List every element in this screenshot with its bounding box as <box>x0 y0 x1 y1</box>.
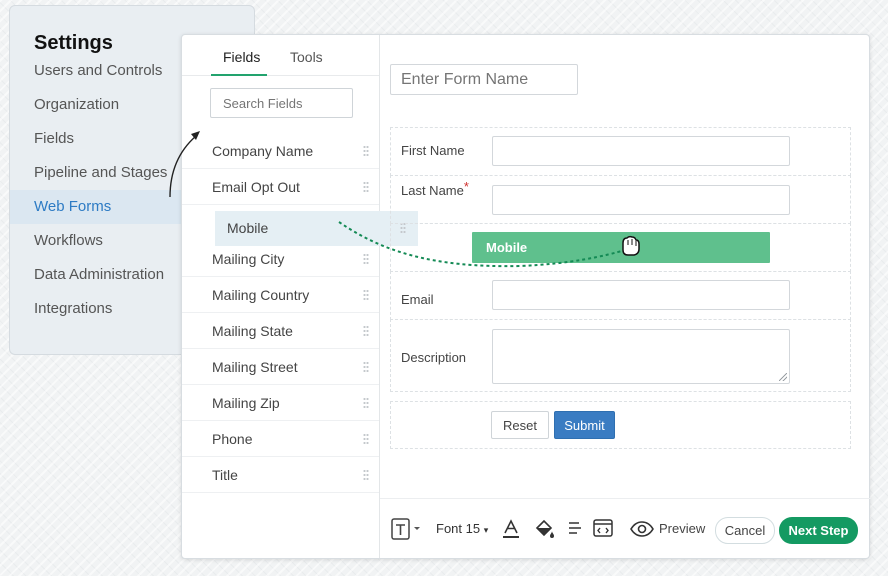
tab-tools[interactable]: Tools <box>290 49 323 65</box>
font-color-icon[interactable] <box>502 519 520 539</box>
first-name-input[interactable] <box>492 136 790 166</box>
cancel-button[interactable]: Cancel <box>715 517 775 544</box>
field-list: Company Name Email Opt Out Mailing City … <box>182 133 379 493</box>
field-item-email-opt-out[interactable]: Email Opt Out <box>182 169 379 205</box>
grip-icon[interactable] <box>363 397 369 409</box>
chevron-down-icon: ▾ <box>483 525 489 535</box>
dragging-field-label: Mobile <box>227 220 269 236</box>
field-label: Mailing City <box>212 251 285 267</box>
form-row-description: Description <box>390 319 851 392</box>
field-label: Phone <box>212 431 253 447</box>
form-canvas: First Name Last Name* Email Description … <box>380 35 871 558</box>
field-label: Mailing Street <box>212 359 298 375</box>
panel-tabs: Fields Tools <box>182 35 379 76</box>
field-item-phone[interactable]: Phone <box>182 421 379 457</box>
font-size-selector[interactable]: Font 15 ▾ <box>436 521 488 536</box>
search-fields-input[interactable] <box>210 88 353 118</box>
grip-icon[interactable] <box>363 289 369 301</box>
last-name-label: Last Name* <box>401 179 469 198</box>
submit-button[interactable]: Submit <box>554 411 615 439</box>
fields-panel: Fields Tools Company Name Email Opt Out … <box>182 35 380 558</box>
field-item-mailing-country[interactable]: Mailing Country <box>182 277 379 313</box>
grip-icon[interactable] <box>363 361 369 373</box>
active-tab-indicator <box>211 74 267 76</box>
field-item-title[interactable]: Title <box>182 457 379 493</box>
field-item-mailing-street[interactable]: Mailing Street <box>182 349 379 385</box>
last-name-text: Last Name <box>401 183 464 198</box>
form-builder-card: Fields Tools Company Name Email Opt Out … <box>181 34 871 559</box>
tab-fields[interactable]: Fields <box>223 49 260 65</box>
first-name-label: First Name <box>401 143 465 158</box>
form-row-first-name: First Name <box>390 127 851 176</box>
field-label: Title <box>212 467 238 483</box>
grip-icon[interactable] <box>363 253 369 265</box>
field-label: Email Opt Out <box>212 179 300 195</box>
preview-button[interactable]: Preview <box>659 521 705 536</box>
field-item-mailing-city[interactable]: Mailing City <box>182 241 379 277</box>
font-size-label: Font 15 <box>436 521 481 536</box>
field-item-mailing-zip[interactable]: Mailing Zip <box>182 385 379 421</box>
field-item-company-name[interactable]: Company Name <box>182 133 379 169</box>
form-row-last-name: Last Name* <box>390 175 851 224</box>
embed-code-icon[interactable] <box>593 519 613 537</box>
align-icon[interactable] <box>568 521 582 535</box>
grip-icon[interactable] <box>363 433 369 445</box>
form-row-actions <box>390 401 851 449</box>
settings-title: Settings <box>34 32 113 54</box>
resize-handle-icon[interactable] <box>779 373 787 381</box>
next-step-button[interactable]: Next Step <box>779 517 858 544</box>
mobile-drop-preview: Mobile <box>472 232 770 263</box>
form-name-input[interactable] <box>390 64 578 95</box>
required-mark: * <box>463 179 469 194</box>
description-textarea[interactable] <box>492 329 790 384</box>
description-label: Description <box>401 350 467 365</box>
bottom-toolbar: Font 15 ▾ Preview Cancel Next Step <box>380 498 871 558</box>
email-label: Email <box>401 292 434 307</box>
field-label: Mailing Zip <box>212 395 280 411</box>
field-label: Company Name <box>212 143 314 159</box>
grip-icon[interactable] <box>363 325 369 337</box>
form-row-email: Email <box>390 271 851 320</box>
reset-button[interactable]: Reset <box>491 411 549 439</box>
fill-color-icon[interactable] <box>533 518 555 540</box>
field-label: Mailing State <box>212 323 293 339</box>
email-input[interactable] <box>492 280 790 310</box>
grip-icon[interactable] <box>363 145 369 157</box>
text-format-icon[interactable] <box>391 518 421 540</box>
field-item-mailing-state[interactable]: Mailing State <box>182 313 379 349</box>
last-name-input[interactable] <box>492 185 790 215</box>
grip-icon[interactable] <box>363 469 369 481</box>
grip-icon[interactable] <box>363 181 369 193</box>
field-label: Mailing Country <box>212 287 310 303</box>
eye-icon[interactable] <box>630 521 654 537</box>
